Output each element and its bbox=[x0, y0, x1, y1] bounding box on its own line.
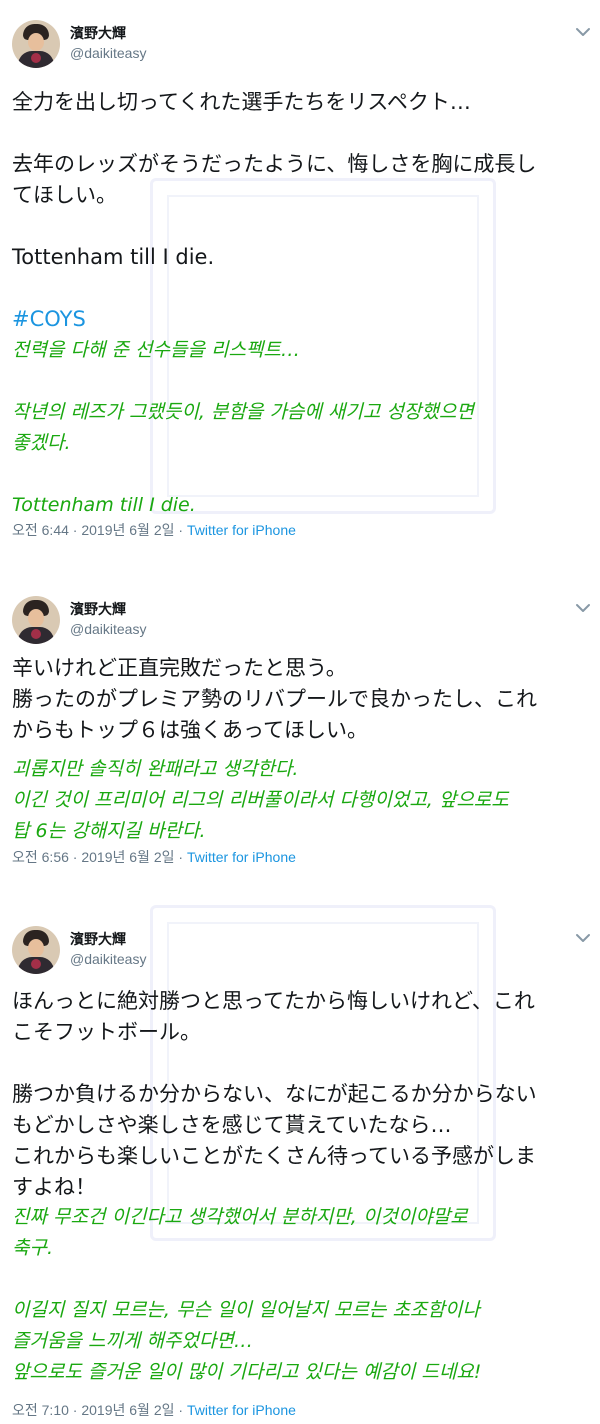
tweet-line: 勝つか負けるか分からない、なにが起こるか分からない bbox=[12, 1082, 537, 1106]
translation-line: 축구. bbox=[12, 1237, 53, 1259]
chevron-down-icon[interactable] bbox=[574, 932, 592, 944]
tweet-line: Tottenham till I die. bbox=[12, 245, 215, 269]
tweet-text: 辛いけれど正直完敗だったと思う。 勝ったのがプレミア勢のリバプールで良かったし、… bbox=[12, 653, 590, 746]
translation-text: 진짜 무조건 이긴다고 생각했어서 분하지만, 이것이야말로 축구. 이길지 질… bbox=[12, 1202, 590, 1388]
tweet-metadata: 오전 6:44 · 2019년 6월 2일 · Twitter for iPho… bbox=[12, 520, 296, 540]
tweet-line: もどかしさや楽しさを感じて貰えていたなら… bbox=[12, 1113, 452, 1137]
translation-line: 즐거움을 느끼게 해주었다면… bbox=[12, 1330, 253, 1352]
translation-line: 탑 6는 강해지길 바란다. bbox=[12, 820, 206, 842]
translation-line: 앞으로도 즐거운 일이 많이 기다리고 있다는 예감이 드네요! bbox=[12, 1361, 482, 1383]
avatar[interactable] bbox=[12, 20, 60, 68]
translation-line bbox=[12, 366, 590, 397]
tweet-line: からもトップ６は強くあってほしい。 bbox=[12, 718, 368, 742]
hashtag-link[interactable]: #COYS bbox=[12, 304, 590, 335]
user-handle[interactable]: @daikiteasy bbox=[70, 45, 146, 61]
tweet-line: すよね！ bbox=[12, 1175, 96, 1199]
user-handle[interactable]: @daikiteasy bbox=[70, 951, 146, 967]
tweet-line: てほしい。 bbox=[12, 183, 117, 207]
translation-line bbox=[12, 1264, 590, 1295]
translation-text: 괴롭지만 솔직히 완패라고 생각한다. 이긴 것이 프리미어 리그의 리버풀이라… bbox=[12, 754, 590, 847]
tweet-time[interactable]: 오전 6:56 bbox=[12, 849, 69, 865]
tweet-date[interactable]: 2019년 6월 2일 bbox=[81, 1402, 174, 1418]
translation-line: 전력을 다해 준 선수들을 리스펙트… bbox=[12, 339, 300, 361]
translation-line: Tottenham till I die. bbox=[12, 494, 196, 516]
display-name[interactable]: 濱野大輝 bbox=[70, 599, 126, 619]
translation-line: 진짜 무조건 이긴다고 생각했어서 분하지만, 이것이야말로 bbox=[12, 1206, 468, 1228]
tweet-line: こそフットボール。 bbox=[12, 1020, 201, 1044]
tweet-card[interactable]: 濱野大輝 @daikiteasy 全力を出し切ってくれた選手たちをリスペクト… … bbox=[0, 0, 600, 560]
user-handle[interactable]: @daikiteasy bbox=[70, 621, 146, 637]
tweet-card[interactable]: 濱野大輝 @daikiteasy ほんっとに絶対勝つと思ってたから悔しいけれど、… bbox=[0, 906, 600, 1424]
separator: · bbox=[178, 522, 187, 538]
translation-text: 전력을 다해 준 선수들을 리스펙트… 작년의 레즈가 그랬듯이, 분함을 가슴… bbox=[12, 335, 590, 521]
tweet-line bbox=[12, 211, 590, 242]
tweet-line: 去年のレッズがそうだったように、悔しさを胸に成長し bbox=[12, 152, 537, 176]
tweet-source-link[interactable]: Twitter for iPhone bbox=[187, 522, 296, 538]
display-name[interactable]: 濱野大輝 bbox=[70, 929, 126, 949]
tweet-line: 辛いけれど正直完敗だったと思う。 bbox=[12, 656, 347, 680]
translation-line: 이긴 것이 프리미어 리그의 리버풀이라서 다행이었고, 앞으로도 bbox=[12, 789, 509, 811]
avatar[interactable] bbox=[12, 926, 60, 974]
tweet-line bbox=[12, 273, 590, 304]
tweet-line bbox=[12, 118, 590, 149]
tweet-line bbox=[12, 1048, 590, 1079]
display-name[interactable]: 濱野大輝 bbox=[70, 23, 126, 43]
tweet-metadata: 오전 7:10 · 2019년 6월 2일 · Twitter for iPho… bbox=[12, 1400, 296, 1420]
tweet-time[interactable]: 오전 7:10 bbox=[12, 1402, 69, 1418]
tweet-source-link[interactable]: Twitter for iPhone bbox=[187, 1402, 296, 1418]
tweet-date[interactable]: 2019년 6월 2일 bbox=[81, 522, 174, 538]
tweet-card[interactable]: 濱野大輝 @daikiteasy 辛いけれど正直完敗だったと思う。 勝ったのがプ… bbox=[0, 576, 600, 876]
tweet-line: ほんっとに絶対勝つと思ってたから悔しいけれど、これ bbox=[12, 989, 535, 1013]
tweet-time[interactable]: 오전 6:44 bbox=[12, 522, 69, 538]
tweet-metadata: 오전 6:56 · 2019년 6월 2일 · Twitter for iPho… bbox=[12, 847, 296, 867]
translation-line: 이길지 질지 모르는, 무슨 일이 일어날지 모르는 초조함이나 bbox=[12, 1299, 480, 1321]
separator: · bbox=[178, 1402, 187, 1418]
translation-line: 작년의 레즈가 그랬듯이, 분함을 가슴에 새기고 성장했으면 bbox=[12, 401, 474, 423]
tweet-source-link[interactable]: Twitter for iPhone bbox=[187, 849, 296, 865]
separator: · bbox=[178, 849, 187, 865]
translation-line: 좋겠다. bbox=[12, 432, 71, 454]
tweet-text: 全力を出し切ってくれた選手たちをリスペクト… 去年のレッズがそうだったように、悔… bbox=[12, 87, 590, 335]
chevron-down-icon[interactable] bbox=[574, 26, 592, 38]
tweet-text: ほんっとに絶対勝つと思ってたから悔しいけれど、これ こそフットボール。 勝つか負… bbox=[12, 986, 590, 1203]
tweet-line: 全力を出し切ってくれた選手たちをリスペクト… bbox=[12, 90, 471, 114]
translation-line: 괴롭지만 솔직히 완패라고 생각한다. bbox=[12, 758, 299, 780]
tweet-date[interactable]: 2019년 6월 2일 bbox=[81, 849, 174, 865]
translation-line bbox=[12, 459, 590, 490]
chevron-down-icon[interactable] bbox=[574, 602, 592, 614]
avatar[interactable] bbox=[12, 596, 60, 644]
tweet-line: 勝ったのがプレミア勢のリバプールで良かったし、これ bbox=[12, 687, 537, 711]
tweet-line: これからも楽しいことがたくさん待っている予感がしま bbox=[12, 1144, 536, 1168]
